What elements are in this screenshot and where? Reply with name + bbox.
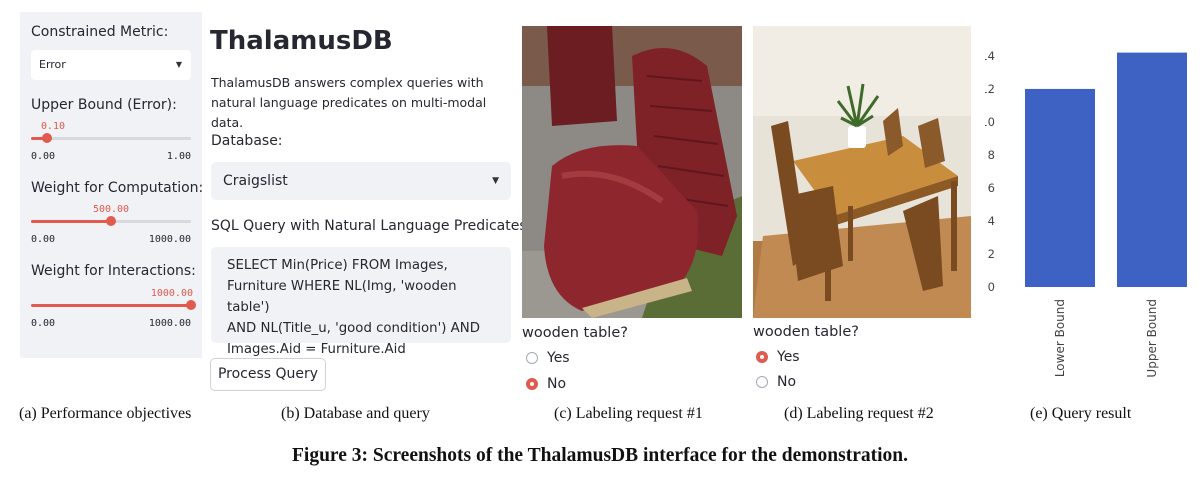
y-tick-label: 6 [988, 181, 995, 195]
radio-yes[interactable]: Yes [526, 348, 570, 368]
sql-query-label: SQL Query with Natural Language Predicat… [211, 218, 532, 234]
slider-handle[interactable] [42, 133, 52, 143]
slider-value: 1000.00 [150, 288, 193, 299]
y-tick-label: 4 [988, 214, 995, 228]
query-result-chart: 0 2 4 6 8 10 12 14 Lower Bound Upper Bound [985, 49, 1187, 378]
chevron-down-icon: ▼ [492, 176, 499, 186]
x-tick-label: Upper Bound [1145, 299, 1159, 378]
slider-handle[interactable] [186, 300, 196, 310]
slider-max: 1.00 [166, 151, 191, 162]
caption-b: (b) Database and query [281, 405, 430, 422]
bar [1117, 52, 1187, 287]
upper-bound-slider[interactable]: 0.10 0.00 1.00 [31, 121, 191, 165]
slider-value: 0.10 [41, 121, 66, 132]
slider-min: 0.00 [31, 234, 56, 245]
caption-e: (e) Query result [1030, 405, 1132, 422]
caption-d: (d) Labeling request #2 [784, 405, 934, 422]
process-query-button[interactable]: Process Query [210, 358, 326, 391]
caption-a: (a) Performance objectives [19, 405, 192, 422]
sql-line: SELECT Min(Price) FROM Images, [227, 258, 448, 273]
slider-max: 1000.00 [148, 318, 191, 329]
radio-no[interactable]: No [756, 372, 796, 392]
y-tick-label: 8 [988, 148, 995, 162]
slider-max: 1000.00 [148, 234, 191, 245]
performance-objectives-sidebar: Constrained Metric: Error ▼ Upper Bound … [20, 12, 204, 358]
app-title: ThalamusDB [210, 26, 393, 56]
y-tick-label: 14 [985, 49, 995, 63]
y-tick-label: 2 [988, 247, 995, 261]
bar [1025, 88, 1095, 287]
y-tick-label: 12 [985, 82, 995, 96]
sql-query-textarea[interactable]: SELECT Min(Price) FROM Images, Furniture… [211, 247, 511, 357]
sql-line: AND NL(Title_u, 'good condition') AND [227, 321, 480, 336]
radio-label: Yes [777, 349, 800, 365]
weight-interactions-slider[interactable]: 1000.00 0.00 1000.00 [31, 288, 196, 332]
question-label: wooden table? [753, 324, 859, 340]
slider-fill [31, 304, 191, 307]
constrained-metric-label: Constrained Metric: [31, 24, 169, 40]
y-tick-label: 10 [985, 115, 995, 129]
caption-c: (c) Labeling request #1 [554, 405, 703, 422]
weight-computation-label: Weight for Computation: [31, 180, 204, 196]
x-tick-label: Lower Bound [1053, 299, 1067, 377]
weight-interactions-label: Weight for Interactions: [31, 263, 196, 279]
radio-icon[interactable] [756, 376, 768, 388]
sql-line: Furniture WHERE NL(Img, 'wooden table') [227, 279, 457, 315]
sql-line: Images.Aid = Furniture.Aid [227, 342, 406, 357]
radio-icon[interactable] [526, 352, 538, 364]
radio-label: No [547, 376, 567, 392]
radio-icon[interactable] [526, 378, 538, 390]
slider-fill [31, 220, 111, 223]
radio-no[interactable]: No [526, 374, 566, 394]
slider-track[interactable] [31, 137, 191, 140]
weight-computation-slider[interactable]: 500.00 0.00 1000.00 [31, 204, 191, 248]
database-label: Database: [211, 133, 283, 149]
y-tick-label: 0 [988, 280, 995, 294]
slider-min: 0.00 [31, 318, 56, 329]
figure-caption: Figure 3: Screenshots of the ThalamusDB … [291, 445, 908, 466]
radio-label: No [777, 374, 797, 390]
radio-icon[interactable] [756, 351, 768, 363]
app-description: ThalamusDB answers complex queries with … [211, 75, 487, 130]
question-label: wooden table? [522, 325, 628, 341]
database-select[interactable]: Craigslist ▼ [211, 162, 511, 200]
dining-table-image [753, 26, 971, 318]
slider-handle[interactable] [106, 216, 116, 226]
slider-min: 0.00 [31, 151, 56, 162]
radio-yes[interactable]: Yes [756, 347, 800, 367]
radio-label: Yes [547, 350, 570, 366]
upper-bound-label: Upper Bound (Error): [31, 97, 177, 113]
constrained-metric-select[interactable]: Error ▼ [31, 50, 191, 80]
slider-value: 500.00 [92, 204, 130, 215]
database-value: Craigslist [223, 173, 288, 189]
constrained-metric-value: Error [39, 58, 66, 71]
chevron-down-icon: ▼ [175, 60, 182, 69]
sofa-image [522, 26, 742, 318]
